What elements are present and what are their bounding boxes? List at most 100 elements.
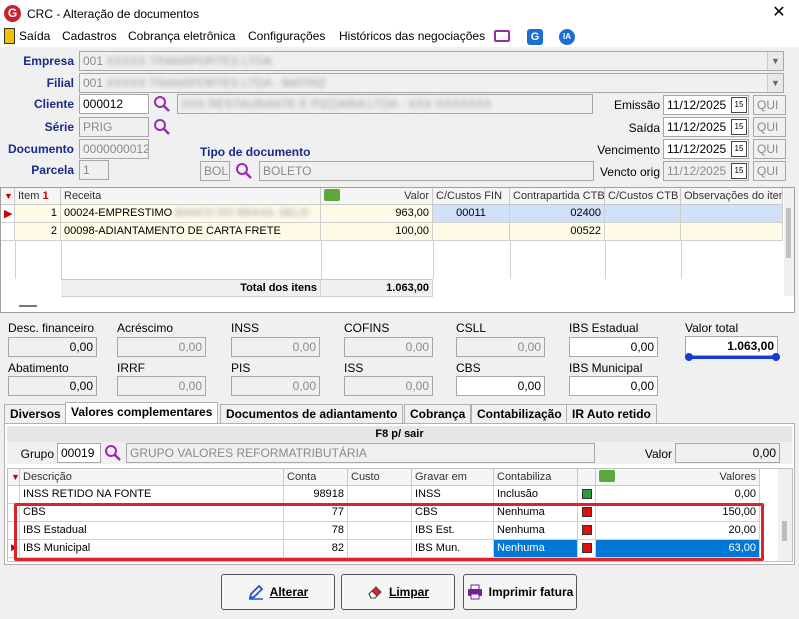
- g-app-icon[interactable]: G: [527, 29, 543, 45]
- calendar-icon[interactable]: 15: [731, 163, 747, 179]
- csll-input[interactable]: 0,00: [456, 337, 545, 357]
- chevron-down-icon[interactable]: ▼: [767, 74, 783, 92]
- search-icon[interactable]: [235, 162, 253, 180]
- valor-input[interactable]: 0,00: [675, 443, 780, 463]
- custo-cell[interactable]: [348, 486, 412, 504]
- row-indicator: [8, 486, 20, 504]
- tab-documentos-adiantamento[interactable]: Documentos de adiantamento: [220, 404, 404, 423]
- header-ccfin[interactable]: C/Custos FIN: [433, 188, 510, 205]
- header-item[interactable]: Item 1: [15, 188, 61, 205]
- exit-door-icon[interactable]: [4, 28, 15, 44]
- tab-cobranca[interactable]: Cobrança: [404, 404, 472, 423]
- calendar-icon[interactable]: 15: [731, 141, 747, 157]
- irrf-input[interactable]: 0,00: [117, 376, 206, 396]
- serie-input[interactable]: PRIG: [79, 117, 149, 137]
- alterar-button[interactable]: Alterar: [221, 574, 335, 610]
- pis-input[interactable]: 0,00: [231, 376, 320, 396]
- calendar-icon[interactable]: 15: [731, 119, 747, 135]
- valor-cell[interactable]: 963,00: [321, 205, 433, 223]
- header-flag[interactable]: [578, 469, 596, 486]
- tab-diversos[interactable]: Diversos: [4, 404, 67, 423]
- header-valor[interactable]: Valor: [321, 188, 433, 205]
- ccfin-cell[interactable]: [433, 223, 510, 241]
- ia-assistant-icon[interactable]: IA: [559, 29, 575, 45]
- header-descricao[interactable]: Descrição: [20, 469, 284, 486]
- filial-name: XXXXX TRANSPORTES LTDA - MATRIZ: [106, 76, 326, 90]
- cliente-code-input[interactable]: 000012: [79, 94, 149, 114]
- valor-total-underline: [689, 356, 776, 359]
- money-icon: [599, 470, 615, 482]
- menu-cobranca-eletronica[interactable]: Cobrança eletrônica: [128, 29, 235, 43]
- receita-cell[interactable]: 00098-ADIANTAMENTO DE CARTA FRETE: [61, 223, 321, 241]
- vencimento-weekday: QUI: [753, 139, 786, 159]
- parcela-input[interactable]: 1: [79, 160, 109, 180]
- acrescimo-input[interactable]: 0,00: [117, 337, 206, 357]
- row-indicator-header: ▼: [8, 469, 20, 486]
- monitor-icon[interactable]: [494, 30, 510, 42]
- filial-select[interactable]: 001 XXXXX TRANSPORTES LTDA - MATRIZ ▼: [79, 73, 784, 93]
- tab-contabilizacao[interactable]: Contabilização: [471, 404, 568, 423]
- chevron-down-icon[interactable]: ▼: [767, 52, 783, 70]
- menu-saida[interactable]: Saída: [19, 29, 50, 43]
- inss-input[interactable]: 0,00: [231, 337, 320, 357]
- empresa-select[interactable]: 001 XXXXX TRANSPORTES LTDA ▼: [79, 51, 784, 71]
- search-icon[interactable]: [104, 444, 122, 462]
- receita-cell[interactable]: 00024-EMPRESTIMO BANCO DO BRASIL SELIC: [61, 205, 321, 223]
- obs-cell[interactable]: [681, 223, 783, 241]
- header-conta[interactable]: Conta: [284, 469, 348, 486]
- items-scrollbar[interactable]: [784, 188, 794, 296]
- ccfin-cell[interactable]: 00011: [433, 205, 510, 223]
- inss-label: INSS: [231, 321, 260, 335]
- contabiliza-cell[interactable]: Inclusão: [494, 486, 578, 504]
- iss-input[interactable]: 0,00: [344, 376, 433, 396]
- contrapartida-cell[interactable]: 02400: [510, 205, 605, 223]
- abatimento-input[interactable]: 0,00: [8, 376, 97, 396]
- ccctb-cell[interactable]: [605, 205, 681, 223]
- search-icon[interactable]: [153, 118, 171, 136]
- gravar-cell[interactable]: INSS: [412, 486, 494, 504]
- search-icon[interactable]: [153, 95, 171, 113]
- imprimir-fatura-button[interactable]: Imprimir fatura: [463, 574, 577, 610]
- header-ccctb[interactable]: C/Custos CTB: [605, 188, 681, 205]
- limpar-label: Limpar: [388, 585, 429, 599]
- cbs-input[interactable]: 0,00: [456, 376, 545, 396]
- header-contabiliza[interactable]: Contabiliza: [494, 469, 578, 486]
- close-icon[interactable]: ✕: [768, 3, 790, 23]
- values-scrollbar[interactable]: [778, 469, 792, 561]
- descricao-cell[interactable]: INSS RETIDO NA FONTE: [20, 486, 284, 504]
- menu-historicos[interactable]: Históricos das negociações: [339, 29, 485, 43]
- ibs-municipal-input[interactable]: 0,00: [569, 376, 658, 396]
- valor-cell[interactable]: 100,00: [321, 223, 433, 241]
- conta-cell[interactable]: 98918: [284, 486, 348, 504]
- ccctb-cell[interactable]: [605, 223, 681, 241]
- header-valores[interactable]: Valores: [596, 469, 760, 486]
- desc-fin-input[interactable]: 0,00: [8, 337, 97, 357]
- obs-cell[interactable]: [681, 205, 783, 223]
- items-grid[interactable]: ▼ Item 1 Receita Valor C/Custos FIN Cont…: [0, 187, 795, 313]
- tab-ir-auto-retido[interactable]: IR Auto retido: [566, 404, 657, 423]
- limpar-button[interactable]: Limpar: [341, 574, 455, 610]
- tab-valores-complementares[interactable]: Valores complementares: [65, 402, 219, 424]
- item-cell[interactable]: 1: [15, 205, 61, 223]
- cofins-label: COFINS: [344, 321, 390, 335]
- grid-splitter-handle[interactable]: [19, 305, 37, 307]
- valor-total-input: 1.063,00: [685, 336, 778, 356]
- header-obs[interactable]: Observações do item: [681, 188, 783, 205]
- ibs-estadual-input[interactable]: 0,00: [569, 337, 658, 357]
- header-receita[interactable]: Receita: [61, 188, 321, 205]
- item-cell[interactable]: 2: [15, 223, 61, 241]
- documento-input[interactable]: 0000000012: [79, 139, 149, 159]
- calendar-icon[interactable]: 15: [731, 97, 747, 113]
- menu-cadastros[interactable]: Cadastros: [62, 29, 117, 43]
- tipo-code-input[interactable]: BOL: [200, 161, 230, 181]
- vencimento-label: Vencimento: [597, 143, 660, 157]
- grupo-code-input[interactable]: 00019: [57, 443, 101, 463]
- flag-cell[interactable]: [578, 486, 596, 504]
- header-custo[interactable]: Custo: [348, 469, 412, 486]
- menu-configuracoes[interactable]: Configurações: [248, 29, 325, 43]
- header-contrapartida[interactable]: Contrapartida CTB: [510, 188, 605, 205]
- header-gravar-em[interactable]: Gravar em: [412, 469, 494, 486]
- valor-cell[interactable]: 0,00: [596, 486, 760, 504]
- cofins-input[interactable]: 0,00: [344, 337, 433, 357]
- contrapartida-cell[interactable]: 00522: [510, 223, 605, 241]
